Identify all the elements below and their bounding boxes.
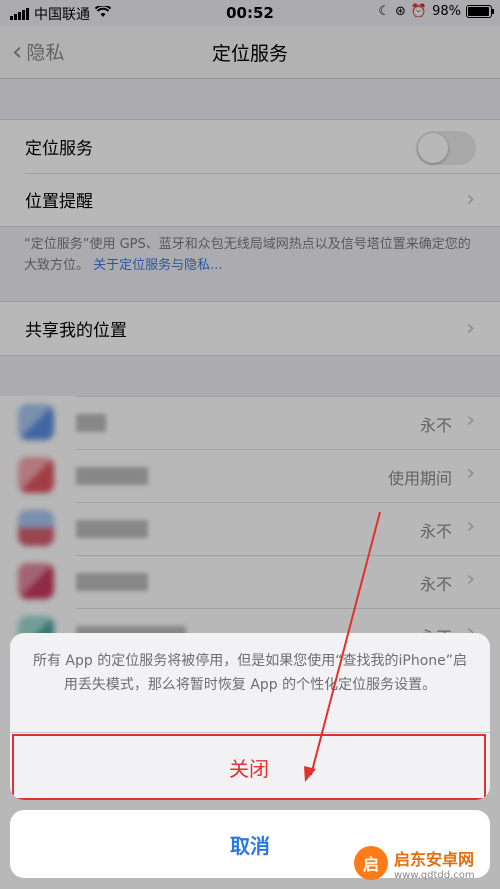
action-sheet-message: 所有 App 的定位服务将被停用，但是如果您使用“查找我的iPhone”启用丢失… bbox=[32, 653, 467, 693]
divider bbox=[10, 732, 490, 733]
action-sheet: 所有 App 的定位服务将被停用，但是如果您使用“查找我的iPhone”启用丢失… bbox=[10, 633, 490, 800]
close-button[interactable]: 关闭 bbox=[12, 734, 486, 800]
location-services-screen: 中国联通 00:52 ☾ ⊛ ⏰ 98% ‹ 隐私 定位服务 定位服务 位置提醒 bbox=[0, 0, 500, 889]
watermark: 启 启东安卓网 www.qdtdd.com bbox=[354, 841, 494, 885]
watermark-url: www.qdtdd.com bbox=[394, 869, 475, 881]
watermark-name: 启东安卓网 bbox=[394, 849, 475, 869]
watermark-logo-icon: 启 bbox=[354, 846, 388, 880]
